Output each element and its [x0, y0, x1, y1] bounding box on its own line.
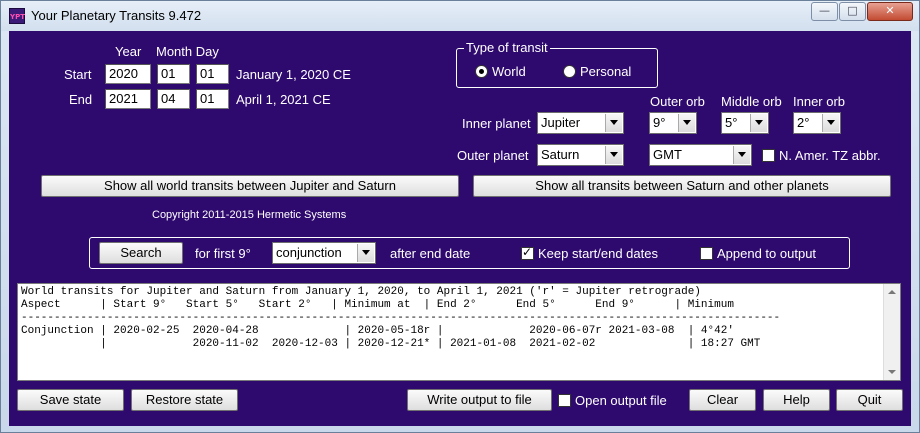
- main-panel: Year Month Day Start 2020 01 01 January …: [9, 31, 911, 426]
- output-scrollbar[interactable]: [883, 284, 900, 380]
- chevron-down-icon: [822, 114, 839, 132]
- timezone-value: GMT: [653, 147, 682, 162]
- chevron-down-icon: [678, 114, 695, 132]
- after-end-label: after end date: [390, 246, 471, 261]
- inner-orb-label: Inner orb: [793, 94, 846, 109]
- chevron-down-icon: [750, 114, 767, 132]
- minimize-button[interactable]: —: [811, 2, 838, 21]
- inner-orb-select[interactable]: 2°: [793, 112, 841, 134]
- maximize-button[interactable]: □: [839, 2, 866, 21]
- outer-orb-label: Outer orb: [650, 94, 705, 109]
- restore-state-button[interactable]: Restore state: [131, 389, 238, 411]
- chevron-down-icon: [357, 244, 374, 262]
- output-textarea[interactable]: World transits for Jupiter and Saturn fr…: [17, 283, 901, 381]
- scroll-up-icon[interactable]: [888, 290, 896, 294]
- show-all-transits-button[interactable]: Show all transits between Saturn and oth…: [473, 175, 891, 197]
- outer-planet-select[interactable]: Saturn: [537, 144, 624, 166]
- middle-orb-label: Middle orb: [721, 94, 782, 109]
- start-month-field[interactable]: 01: [157, 64, 190, 84]
- app-window: YPT Your Planetary Transits 9.472 — □ ✕ …: [0, 0, 920, 433]
- scroll-down-icon[interactable]: [888, 370, 896, 374]
- quit-button[interactable]: Quit: [836, 389, 903, 411]
- outer-planet-label: Outer planet: [457, 148, 529, 163]
- middle-orb-select[interactable]: 5°: [721, 112, 769, 134]
- timezone-select[interactable]: GMT: [649, 144, 752, 166]
- inner-orb-value: 2°: [797, 115, 810, 130]
- chevron-down-icon: [605, 114, 622, 132]
- inner-planet-select[interactable]: Jupiter: [537, 112, 624, 134]
- aspect-select[interactable]: conjunction: [272, 242, 376, 264]
- middle-orb-value: 5°: [725, 115, 738, 130]
- transit-type-title: Type of transit: [464, 40, 550, 55]
- outer-orb-select[interactable]: 9°: [649, 112, 697, 134]
- aspect-value: conjunction: [276, 245, 342, 260]
- search-button[interactable]: Search: [99, 242, 183, 264]
- keep-dates-checkbox[interactable]: [521, 245, 534, 260]
- close-button[interactable]: ✕: [867, 2, 913, 21]
- save-state-button[interactable]: Save state: [17, 389, 124, 411]
- start-day-field[interactable]: 01: [196, 64, 229, 84]
- inner-planet-label: Inner planet: [462, 116, 531, 131]
- append-output-label[interactable]: Append to output: [717, 246, 816, 261]
- outer-orb-value: 9°: [653, 115, 666, 130]
- title-bar[interactable]: YPT Your Planetary Transits 9.472 — □ ✕: [1, 1, 919, 31]
- tz-abbr-checkbox[interactable]: [762, 149, 775, 162]
- world-radio[interactable]: [475, 65, 488, 78]
- app-icon: YPT: [9, 8, 25, 24]
- output-text: World transits for Jupiter and Saturn fr…: [21, 286, 781, 350]
- year-header: Year: [115, 44, 142, 59]
- help-button[interactable]: Help: [763, 389, 830, 411]
- end-year-field[interactable]: 2021: [105, 89, 151, 109]
- month-day-header: Month Day: [156, 44, 219, 59]
- personal-radio-label[interactable]: Personal: [580, 64, 631, 79]
- end-month-field[interactable]: 04: [157, 89, 190, 109]
- end-label: End: [69, 92, 93, 107]
- end-day-field[interactable]: 01: [196, 89, 229, 109]
- write-output-button[interactable]: Write output to file: [407, 389, 552, 411]
- chevron-down-icon: [733, 146, 750, 164]
- tz-abbr-label[interactable]: N. Amer. TZ abbr.: [779, 148, 881, 163]
- personal-radio[interactable]: [563, 65, 576, 78]
- open-output-label[interactable]: Open output file: [575, 393, 667, 408]
- for-first-label: for first 9°: [195, 246, 251, 261]
- start-label: Start: [64, 67, 92, 82]
- world-radio-label[interactable]: World: [492, 64, 526, 79]
- keep-dates-label[interactable]: Keep start/end dates: [538, 246, 658, 261]
- inner-planet-value: Jupiter: [541, 115, 581, 130]
- outer-planet-value: Saturn: [541, 147, 580, 162]
- chevron-down-icon: [605, 146, 622, 164]
- start-year-field[interactable]: 2020: [105, 64, 151, 84]
- start-date-text: January 1, 2020 CE: [236, 67, 351, 82]
- window-title: Your Planetary Transits 9.472: [31, 8, 202, 23]
- end-date-text: April 1, 2021 CE: [236, 92, 331, 107]
- open-output-checkbox[interactable]: [558, 394, 571, 407]
- append-output-checkbox[interactable]: [700, 247, 713, 260]
- copyright-text: Copyright 2011-2015 Hermetic Systems: [152, 209, 347, 221]
- clear-button[interactable]: Clear: [689, 389, 756, 411]
- show-world-transits-button[interactable]: Show all world transits between Jupiter …: [41, 175, 459, 197]
